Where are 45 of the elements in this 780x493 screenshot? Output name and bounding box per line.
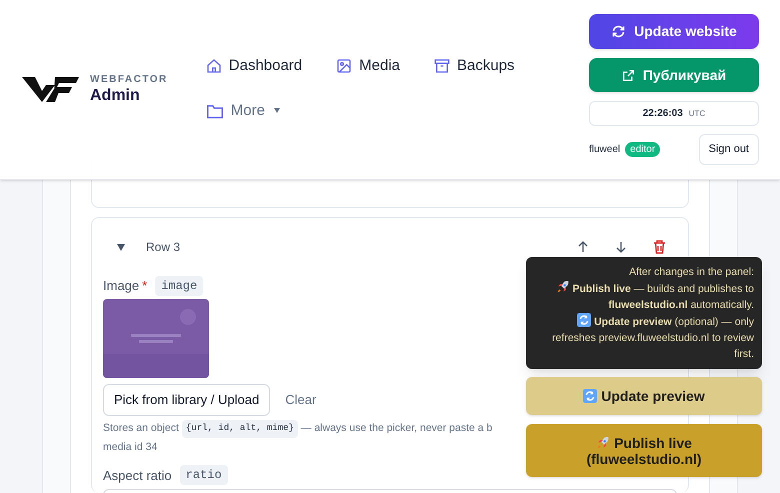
collapse-toggle[interactable]	[117, 244, 127, 250]
update-preview-button[interactable]: Update preview	[526, 377, 762, 415]
nav-link[interactable]: Media	[336, 55, 400, 78]
refresh-icon	[577, 313, 592, 327]
clear-button[interactable]: Clear	[285, 390, 316, 410]
rocket-icon	[596, 436, 610, 450]
publish-live-button[interactable]: Publish live (fluweelstudio.nl)	[526, 424, 762, 477]
refresh-icon	[611, 24, 626, 39]
folder-icon	[206, 102, 224, 119]
image-icon	[336, 58, 352, 74]
pick-button[interactable]: Pick from library / Upload	[103, 384, 270, 416]
tooltip-text: After changes in the panel:	[628, 265, 754, 280]
rocket-icon	[556, 280, 570, 294]
username: fluweel	[589, 143, 620, 157]
field-key: ratio	[180, 465, 228, 486]
brand-label: WEBFACTOR	[90, 74, 168, 86]
help-text: Stores an object	[103, 420, 179, 436]
clock-time: 22:26:03	[642, 107, 683, 121]
field-label: Image	[103, 277, 140, 296]
arrow-down-icon[interactable]	[615, 241, 627, 253]
refresh-icon	[583, 389, 598, 403]
media-id: media id 34	[103, 440, 158, 454]
update-website-button[interactable]: Update website	[589, 14, 759, 49]
required-mark: *	[142, 277, 148, 296]
arrow-up-icon[interactable]	[577, 241, 589, 253]
role-badge: editor	[625, 142, 660, 157]
field-label: Aspect ratio	[103, 466, 172, 485]
external-link-icon	[622, 68, 635, 82]
code-chip: {url, id, alt, mime}	[182, 420, 298, 438]
brand-title: Admin	[90, 86, 141, 106]
sign-out-button[interactable]: Sign out	[698, 134, 759, 165]
logo-icon	[22, 76, 79, 103]
trash-icon[interactable]	[653, 240, 666, 254]
archive-icon	[434, 58, 450, 74]
nav-link[interactable]: More	[206, 100, 280, 122]
tooltip-text: Publish live — builds and publishes to fluweelstudio.nl automatically.	[534, 280, 754, 313]
nav-link[interactable]: Backups	[434, 55, 515, 78]
tooltip-text: Update preview (optional) — only refreshes preview.fluweelstudio.nl to review first.	[534, 313, 754, 362]
clock-zone: UTC	[688, 108, 706, 120]
help-text: — always use the picker, never paste a b	[300, 420, 492, 436]
nav-link[interactable]: Dashboard	[206, 55, 302, 78]
row-title: Row 3	[146, 239, 180, 256]
field-key: image	[155, 276, 204, 296]
home-icon	[206, 58, 222, 74]
publish-button[interactable]: Публикувай	[589, 58, 759, 92]
